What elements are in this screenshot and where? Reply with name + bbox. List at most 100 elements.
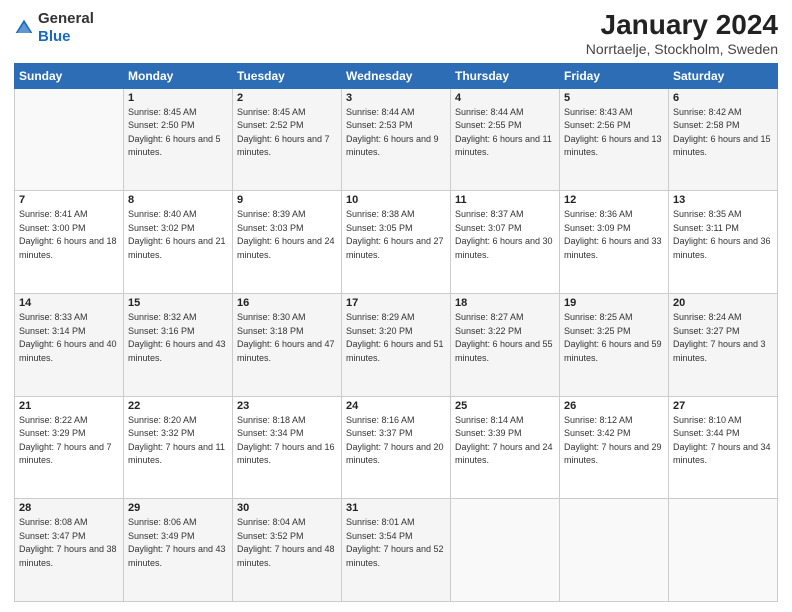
- day-info: Sunrise: 8:44 AMSunset: 2:53 PMDaylight:…: [346, 106, 446, 160]
- day-number: 28: [19, 502, 119, 514]
- day-info: Sunrise: 8:16 AMSunset: 3:37 PMDaylight:…: [346, 414, 446, 468]
- day-cell: 24 Sunrise: 8:16 AMSunset: 3:37 PMDayligh…: [342, 396, 451, 499]
- day-number: 20: [673, 297, 773, 309]
- day-cell: 19 Sunrise: 8:25 AMSunset: 3:25 PMDayligh…: [560, 294, 669, 397]
- day-info: Sunrise: 8:24 AMSunset: 3:27 PMDaylight:…: [673, 311, 773, 365]
- weekday-header-row: Sunday Monday Tuesday Wednesday Thursday…: [15, 63, 778, 88]
- calendar-page: General Blue January 2024 Norrtaelje, St…: [0, 0, 792, 612]
- day-info: Sunrise: 8:36 AMSunset: 3:09 PMDaylight:…: [564, 208, 664, 262]
- day-info: Sunrise: 8:41 AMSunset: 3:00 PMDaylight:…: [19, 208, 119, 262]
- day-cell: 6Sunrise: 8:42 AMSunset: 2:58 PMDaylight…: [669, 88, 778, 191]
- day-info: Sunrise: 8:45 AMSunset: 2:52 PMDaylight:…: [237, 106, 337, 160]
- day-info: Sunrise: 8:45 AMSunset: 2:50 PMDaylight:…: [128, 106, 228, 160]
- day-info: Sunrise: 8:01 AMSunset: 3:54 PMDaylight:…: [346, 516, 446, 570]
- day-info: Sunrise: 8:30 AMSunset: 3:18 PMDaylight:…: [237, 311, 337, 365]
- day-cell: [560, 499, 669, 602]
- day-number: 27: [673, 400, 773, 412]
- week-row-5: 28 Sunrise: 8:08 AMSunset: 3:47 PMDayligh…: [15, 499, 778, 602]
- day-number: 15: [128, 297, 228, 309]
- header-saturday: Saturday: [669, 63, 778, 88]
- day-number: 30: [237, 502, 337, 514]
- day-number: 23: [237, 400, 337, 412]
- day-number: 22: [128, 400, 228, 412]
- day-info: Sunrise: 8:29 AMSunset: 3:20 PMDaylight:…: [346, 311, 446, 365]
- day-info: Sunrise: 8:35 AMSunset: 3:11 PMDaylight:…: [673, 208, 773, 262]
- day-cell: 29Sunrise: 8:06 AMSunset: 3:49 PMDayligh…: [124, 499, 233, 602]
- day-cell: 30Sunrise: 8:04 AMSunset: 3:52 PMDayligh…: [233, 499, 342, 602]
- logo-blue: Blue: [38, 28, 71, 45]
- day-cell: [669, 499, 778, 602]
- day-cell: 3 Sunrise: 8:44 AMSunset: 2:53 PMDaylight…: [342, 88, 451, 191]
- day-info: Sunrise: 8:20 AMSunset: 3:32 PMDaylight:…: [128, 414, 228, 468]
- day-number: 9: [237, 194, 337, 206]
- day-cell: 18Sunrise: 8:27 AMSunset: 3:22 PMDayligh…: [451, 294, 560, 397]
- day-cell: 4 Sunrise: 8:44 AMSunset: 2:55 PMDaylight…: [451, 88, 560, 191]
- day-cell: [15, 88, 124, 191]
- day-number: 3: [346, 92, 446, 104]
- day-cell: 28 Sunrise: 8:08 AMSunset: 3:47 PMDayligh…: [15, 499, 124, 602]
- location-title: Norrtaelje, Stockholm, Sweden: [586, 41, 778, 57]
- day-info: Sunrise: 8:44 AMSunset: 2:55 PMDaylight:…: [455, 106, 555, 160]
- day-number: 12: [564, 194, 664, 206]
- day-cell: 27Sunrise: 8:10 AMSunset: 3:44 PMDayligh…: [669, 396, 778, 499]
- month-title: January 2024: [586, 10, 778, 41]
- day-number: 19: [564, 297, 664, 309]
- day-cell: 8Sunrise: 8:40 AMSunset: 3:02 PMDaylight…: [124, 191, 233, 294]
- header-sunday: Sunday: [15, 63, 124, 88]
- day-number: 2: [237, 92, 337, 104]
- day-number: 29: [128, 502, 228, 514]
- day-info: Sunrise: 8:43 AMSunset: 2:56 PMDaylight:…: [564, 106, 664, 160]
- day-cell: 1 Sunrise: 8:45 AMSunset: 2:50 PMDaylight…: [124, 88, 233, 191]
- day-number: 1: [128, 92, 228, 104]
- day-cell: 12 Sunrise: 8:36 AMSunset: 3:09 PMDayligh…: [560, 191, 669, 294]
- header: General Blue January 2024 Norrtaelje, St…: [14, 10, 778, 57]
- day-info: Sunrise: 8:40 AMSunset: 3:02 PMDaylight:…: [128, 208, 228, 262]
- day-info: Sunrise: 8:39 AMSunset: 3:03 PMDaylight:…: [237, 208, 337, 262]
- day-cell: 11Sunrise: 8:37 AMSunset: 3:07 PMDayligh…: [451, 191, 560, 294]
- header-wednesday: Wednesday: [342, 63, 451, 88]
- day-cell: 13 Sunrise: 8:35 AMSunset: 3:11 PMDayligh…: [669, 191, 778, 294]
- day-cell: 10Sunrise: 8:38 AMSunset: 3:05 PMDayligh…: [342, 191, 451, 294]
- day-cell: [451, 499, 560, 602]
- day-info: Sunrise: 8:08 AMSunset: 3:47 PMDaylight:…: [19, 516, 119, 570]
- day-info: Sunrise: 8:37 AMSunset: 3:07 PMDaylight:…: [455, 208, 555, 262]
- week-row-1: 1 Sunrise: 8:45 AMSunset: 2:50 PMDaylight…: [15, 88, 778, 191]
- day-number: 4: [455, 92, 555, 104]
- day-cell: 17 Sunrise: 8:29 AMSunset: 3:20 PMDayligh…: [342, 294, 451, 397]
- day-number: 31: [346, 502, 446, 514]
- logo: General Blue: [14, 10, 94, 46]
- day-info: Sunrise: 8:14 AMSunset: 3:39 PMDaylight:…: [455, 414, 555, 468]
- day-cell: 5Sunrise: 8:43 AMSunset: 2:56 PMDaylight…: [560, 88, 669, 191]
- day-number: 10: [346, 194, 446, 206]
- day-info: Sunrise: 8:27 AMSunset: 3:22 PMDaylight:…: [455, 311, 555, 365]
- header-thursday: Thursday: [451, 63, 560, 88]
- day-number: 25: [455, 400, 555, 412]
- day-cell: 2 Sunrise: 8:45 AMSunset: 2:52 PMDaylight…: [233, 88, 342, 191]
- day-info: Sunrise: 8:22 AMSunset: 3:29 PMDaylight:…: [19, 414, 119, 468]
- day-cell: 16Sunrise: 8:30 AMSunset: 3:18 PMDayligh…: [233, 294, 342, 397]
- week-row-3: 14 Sunrise: 8:33 AMSunset: 3:14 PMDayligh…: [15, 294, 778, 397]
- day-cell: 21Sunrise: 8:22 AMSunset: 3:29 PMDayligh…: [15, 396, 124, 499]
- day-info: Sunrise: 8:33 AMSunset: 3:14 PMDaylight:…: [19, 311, 119, 365]
- logo-general: General: [38, 10, 94, 27]
- title-section: January 2024 Norrtaelje, Stockholm, Swed…: [586, 10, 778, 57]
- day-cell: 31 Sunrise: 8:01 AMSunset: 3:54 PMDayligh…: [342, 499, 451, 602]
- day-number: 6: [673, 92, 773, 104]
- day-cell: 15 Sunrise: 8:32 AMSunset: 3:16 PMDayligh…: [124, 294, 233, 397]
- day-number: 17: [346, 297, 446, 309]
- day-number: 7: [19, 194, 119, 206]
- day-number: 24: [346, 400, 446, 412]
- day-cell: 22 Sunrise: 8:20 AMSunset: 3:32 PMDayligh…: [124, 396, 233, 499]
- day-cell: 9 Sunrise: 8:39 AMSunset: 3:03 PMDaylight…: [233, 191, 342, 294]
- week-row-4: 21Sunrise: 8:22 AMSunset: 3:29 PMDayligh…: [15, 396, 778, 499]
- day-info: Sunrise: 8:25 AMSunset: 3:25 PMDaylight:…: [564, 311, 664, 365]
- calendar-table: Sunday Monday Tuesday Wednesday Thursday…: [14, 63, 778, 602]
- week-row-2: 7 Sunrise: 8:41 AMSunset: 3:00 PMDaylight…: [15, 191, 778, 294]
- day-cell: 20 Sunrise: 8:24 AMSunset: 3:27 PMDayligh…: [669, 294, 778, 397]
- day-info: Sunrise: 8:32 AMSunset: 3:16 PMDaylight:…: [128, 311, 228, 365]
- day-cell: 26Sunrise: 8:12 AMSunset: 3:42 PMDayligh…: [560, 396, 669, 499]
- day-cell: 7 Sunrise: 8:41 AMSunset: 3:00 PMDaylight…: [15, 191, 124, 294]
- day-number: 14: [19, 297, 119, 309]
- day-number: 13: [673, 194, 773, 206]
- header-friday: Friday: [560, 63, 669, 88]
